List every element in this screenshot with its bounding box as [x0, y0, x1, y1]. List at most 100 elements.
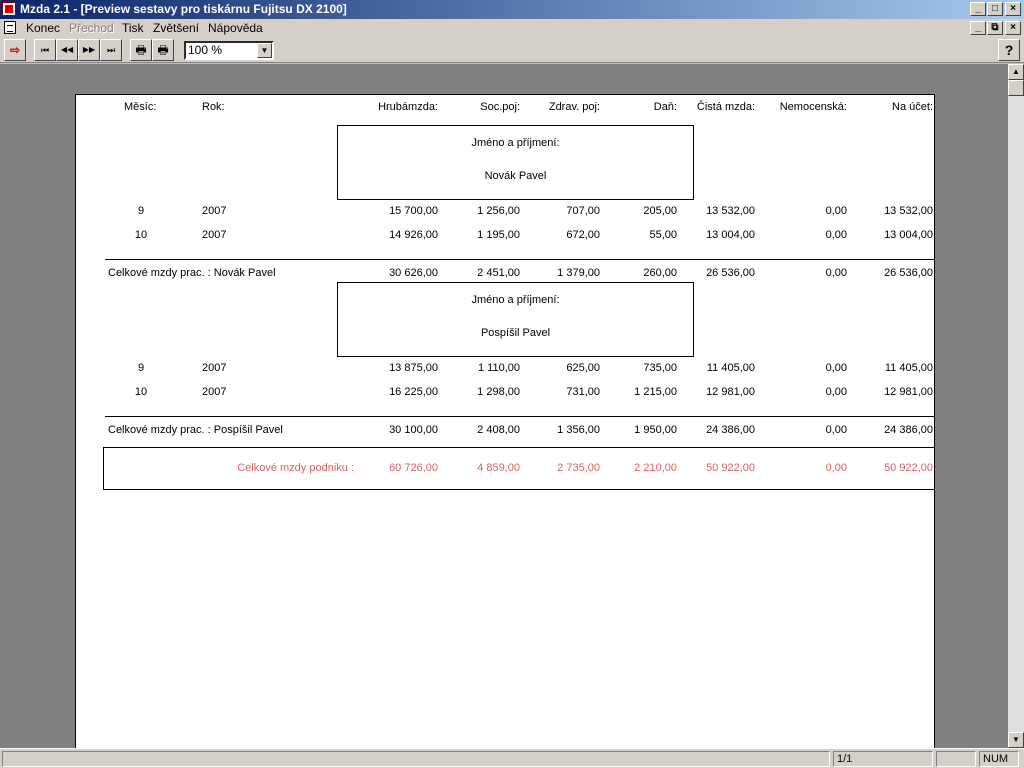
table-cell: 12 981,00 — [884, 386, 933, 398]
menu-zvetseni[interactable]: Zvětšení — [153, 21, 199, 35]
table-cell: 0,00 — [825, 229, 847, 241]
table-cell: 13 004,00 — [706, 229, 755, 241]
document-icon[interactable] — [4, 21, 16, 34]
column-header: Měsíc: — [124, 101, 157, 113]
grand-total-cell: 2 210,00 — [634, 462, 677, 474]
employee-total-cell: 0,00 — [825, 424, 847, 436]
first-page-icon[interactable]: ⏮ — [34, 39, 56, 61]
table-cell: 55,00 — [649, 229, 677, 241]
table-cell: 10 — [134, 386, 148, 398]
column-header: Nemocenská: — [779, 101, 847, 113]
employee-name: Pospíšil Pavel — [480, 327, 551, 339]
scroll-thumb[interactable] — [1008, 80, 1024, 96]
employee-total-cell: 2 451,00 — [477, 267, 520, 279]
employee-total-cell: 30 626,00 — [389, 267, 438, 279]
table-cell: 707,00 — [566, 205, 600, 217]
table-cell: 205,00 — [643, 205, 677, 217]
employee-total-cell: 26 536,00 — [706, 267, 755, 279]
prev-page-icon[interactable]: ◀◀ — [56, 39, 78, 61]
table-cell: 1 256,00 — [477, 205, 520, 217]
table-cell: 672,00 — [566, 229, 600, 241]
grand-total-cell: 0,00 — [825, 462, 847, 474]
table-cell: 1 110,00 — [477, 362, 520, 374]
table-cell: 0,00 — [825, 205, 847, 217]
exit-icon[interactable]: ⇨ — [4, 39, 26, 61]
table-cell: 0,00 — [825, 386, 847, 398]
table-cell: 11 405,00 — [706, 362, 755, 374]
close-button[interactable]: × — [1005, 2, 1021, 16]
menu-tisk[interactable]: Tisk — [122, 21, 144, 35]
table-cell: 11 405,00 — [884, 362, 933, 374]
window-title: Mzda 2.1 - [Preview sestavy pro tiskárnu… — [20, 2, 347, 16]
print-icon[interactable]: 🖶 — [130, 39, 152, 61]
table-cell: 13 532,00 — [706, 205, 755, 217]
table-cell: 13 875,00 — [389, 362, 438, 374]
table-cell: 10 — [134, 229, 148, 241]
status-bar: 1/1 NUM — [0, 748, 1024, 768]
help-icon[interactable]: ? — [998, 39, 1020, 61]
chevron-down-icon[interactable]: ▼ — [257, 43, 272, 58]
table-cell: 625,00 — [566, 362, 600, 374]
grand-total-cell: 4 859,00 — [477, 462, 520, 474]
separator-line — [105, 259, 935, 260]
menu-konec[interactable]: Konec — [26, 21, 60, 35]
vertical-scrollbar[interactable]: ▲ ▼ — [1008, 64, 1024, 748]
employee-total-label: Celkové mzdy prac. : Pospíšil Pavel — [108, 424, 283, 436]
maximize-button[interactable]: □ — [987, 2, 1003, 16]
grand-total-cell: 50 922,00 — [706, 462, 755, 474]
employee-total-cell: 1 356,00 — [557, 424, 600, 436]
grand-total-cell: 60 726,00 — [389, 462, 438, 474]
table-cell: 9 — [137, 205, 145, 217]
column-header: Soc.poj: — [480, 101, 520, 113]
table-cell: 2007 — [202, 229, 227, 241]
table-cell: 16 225,00 — [389, 386, 438, 398]
table-cell: 13 004,00 — [884, 229, 933, 241]
table-cell: 731,00 — [566, 386, 600, 398]
employee-total-cell: 0,00 — [825, 267, 847, 279]
zoom-select[interactable]: 100 % ▼ — [184, 41, 274, 60]
column-header: Rok: — [202, 101, 225, 113]
print-setup-icon[interactable]: 🖶 — [152, 39, 174, 61]
table-cell: 9 — [137, 362, 145, 374]
zoom-value: 100 % — [188, 43, 223, 57]
app-icon[interactable] — [2, 2, 16, 16]
minimize-button[interactable]: _ — [970, 2, 986, 16]
child-close-button[interactable]: × — [1005, 21, 1021, 35]
employee-total-cell: 2 408,00 — [477, 424, 520, 436]
table-cell: 735,00 — [643, 362, 677, 374]
table-cell: 2007 — [202, 386, 227, 398]
table-cell: 12 981,00 — [706, 386, 755, 398]
table-cell: 1 298,00 — [477, 386, 520, 398]
status-main-panel — [2, 751, 830, 767]
employee-total-cell: 24 386,00 — [884, 424, 933, 436]
table-cell: 1 195,00 — [477, 229, 520, 241]
child-restore-button[interactable]: ⧉ — [987, 21, 1003, 35]
table-cell: 0,00 — [825, 362, 847, 374]
last-page-icon[interactable]: ⏭ — [100, 39, 122, 61]
report-page: Měsíc: Rok: Hrubámzda: Soc.poj: Zdrav. poj: D… — [75, 94, 935, 748]
separator-line — [105, 416, 935, 417]
employee-total-cell: 260,00 — [643, 267, 677, 279]
next-page-icon[interactable]: ▶▶ — [78, 39, 100, 61]
scroll-down-icon[interactable]: ▼ — [1008, 732, 1024, 748]
employee-total-cell: 30 100,00 — [389, 424, 438, 436]
name-label: Jméno a příjmení: — [471, 137, 560, 149]
child-minimize-button[interactable]: _ — [970, 21, 986, 35]
employee-total-cell: 24 386,00 — [706, 424, 755, 436]
table-cell: 2007 — [202, 205, 227, 217]
status-num: NUM — [979, 751, 1019, 767]
employee-total-label: Celkové mzdy prac. : Novák Pavel — [108, 267, 276, 279]
column-header: Hrubámzda: — [378, 101, 438, 113]
menu-napoveda[interactable]: Nápověda — [208, 21, 263, 35]
title-bar: Mzda 2.1 - [Preview sestavy pro tiskárnu… — [0, 0, 1024, 19]
employee-total-cell: 26 536,00 — [884, 267, 933, 279]
table-cell: 14 926,00 — [389, 229, 438, 241]
employee-total-cell: 1 379,00 — [557, 267, 600, 279]
toolbar: ⇨ ⏮ ◀◀ ▶▶ ⏭ 🖶 🖶 ? — [0, 37, 1024, 63]
scroll-up-icon[interactable]: ▲ — [1008, 64, 1024, 80]
employee-name: Novák Pavel — [484, 170, 547, 182]
table-cell: 13 532,00 — [884, 205, 933, 217]
status-page: 1/1 — [833, 751, 933, 767]
menu-prechod: Přechod — [69, 21, 114, 35]
grand-total-label: Celkové mzdy podniku : — [237, 462, 354, 474]
